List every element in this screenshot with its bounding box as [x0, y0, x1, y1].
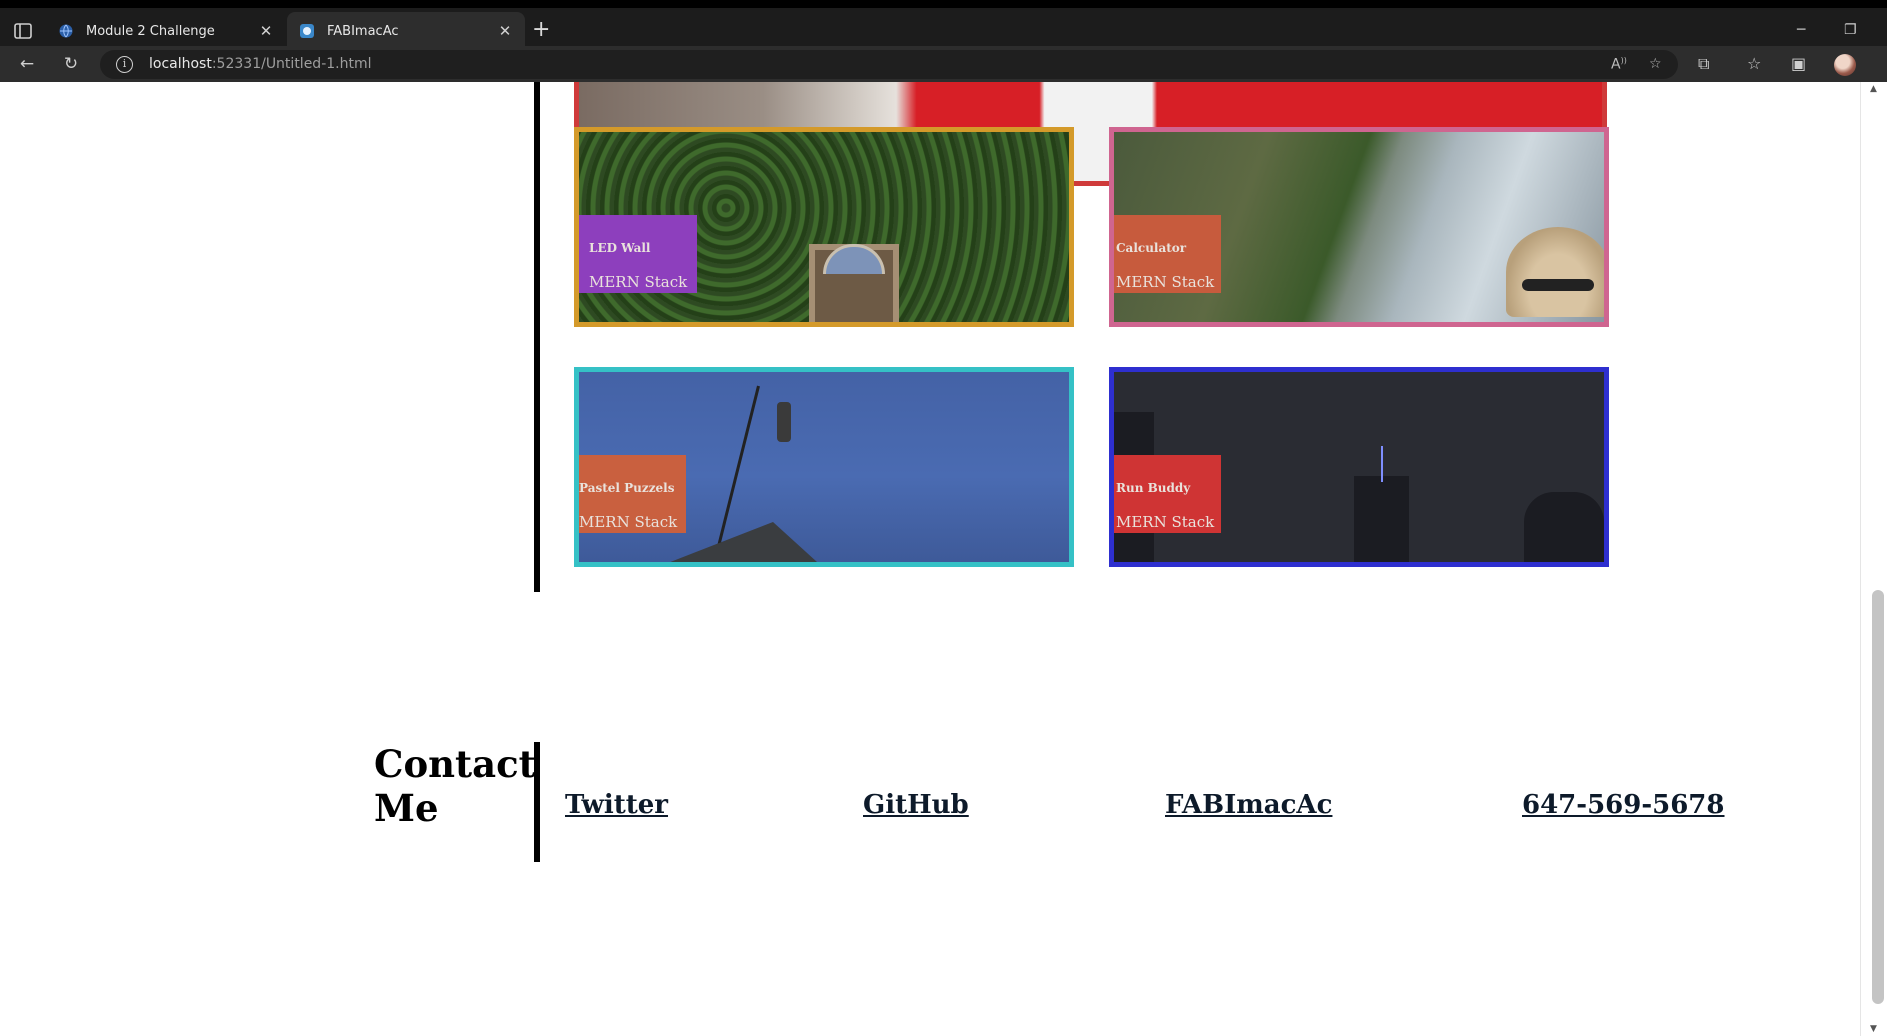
site-info-icon[interactable]: i: [116, 56, 133, 73]
contact-heading: Contact Me: [374, 742, 536, 830]
add-favorite-icon[interactable]: ☆: [1649, 56, 1662, 72]
contact-divider: [534, 742, 540, 862]
flagpole-image: [715, 385, 760, 552]
restore-icon[interactable]: ❐: [1844, 22, 1857, 38]
tab-title: FABImacAc: [327, 23, 399, 39]
section-divider: [534, 82, 540, 592]
page-favicon-icon: [299, 23, 315, 39]
project-label: Run Buddy MERN Stack: [1114, 455, 1221, 533]
project-stack: MERN Stack: [1116, 273, 1215, 291]
collections-icon[interactable]: ▣: [1791, 55, 1806, 73]
fabimacac-link[interactable]: FABImacAc: [1165, 790, 1332, 820]
vertical-scrollbar[interactable]: ▲ ▼: [1860, 82, 1887, 1036]
close-icon[interactable]: ✕: [497, 22, 513, 40]
project-card-pastel-puzzels[interactable]: Pastel Puzzels MERN Stack: [574, 367, 1074, 567]
extensions-icon[interactable]: ⧉: [1698, 55, 1709, 73]
tab-fabimacac[interactable]: FABImacAc ✕: [287, 12, 525, 50]
scrollbar-thumb[interactable]: [1872, 590, 1884, 1004]
project-label: LED Wall MERN Stack: [579, 215, 697, 293]
hat-image: [1506, 227, 1604, 317]
project-name: LED Wall: [589, 241, 651, 255]
project-card-run-buddy[interactable]: Run Buddy MERN Stack: [1109, 367, 1609, 567]
profile-avatar[interactable]: [1834, 54, 1856, 76]
project-stack: MERN Stack: [589, 273, 688, 291]
back-arrow-icon[interactable]: ←: [16, 54, 38, 76]
reload-icon[interactable]: ↻: [60, 54, 82, 76]
tower-spire-image: [1381, 446, 1383, 482]
scroll-up-arrow-icon[interactable]: ▲: [1870, 84, 1877, 94]
new-tab-icon[interactable]: +: [532, 19, 550, 41]
flag-image: [777, 402, 791, 442]
minimize-icon[interactable]: ─: [1797, 22, 1805, 38]
project-card-calculator[interactable]: Calculator MERN Stack: [1109, 127, 1609, 327]
close-icon[interactable]: ✕: [258, 22, 274, 40]
building-image: [1354, 476, 1409, 562]
tab-actions-icon[interactable]: [12, 20, 34, 42]
project-name: Run Buddy: [1116, 481, 1191, 495]
tab-module-2-challenge[interactable]: Module 2 Challenge ✕: [46, 12, 286, 50]
globe-favicon-icon: [58, 23, 74, 39]
project-stack: MERN Stack: [579, 513, 678, 531]
building-image: [1524, 492, 1604, 562]
url-text[interactable]: localhost:52331/Untitled-1.html: [149, 56, 372, 72]
github-link[interactable]: GitHub: [863, 790, 969, 820]
address-toolbar: ← ↻ i localhost:52331/Untitled-1.html A)…: [0, 46, 1887, 82]
scroll-down-arrow-icon[interactable]: ▼: [1870, 1024, 1877, 1034]
project-label: Pastel Puzzels MERN Stack: [579, 455, 686, 533]
read-aloud-icon[interactable]: A)): [1611, 56, 1627, 73]
project-label: Calculator MERN Stack: [1114, 215, 1221, 293]
tab-title: Module 2 Challenge: [86, 23, 215, 39]
project-stack: MERN Stack: [1116, 513, 1215, 531]
favorites-icon[interactable]: ☆: [1747, 55, 1761, 73]
project-name: Calculator: [1116, 241, 1187, 255]
address-bar[interactable]: i localhost:52331/Untitled-1.html A)) ☆: [100, 50, 1678, 79]
twitter-link[interactable]: Twitter: [565, 790, 668, 820]
project-card-led-wall[interactable]: LED Wall MERN Stack: [574, 127, 1074, 327]
page-viewport: LED Wall MERN Stack Calculator MERN Stac…: [0, 82, 1887, 1036]
project-name: Pastel Puzzels: [579, 481, 675, 495]
tab-strip: Module 2 Challenge ✕ FABImacAc ✕ + ─ ❐: [0, 0, 1887, 50]
phone-link[interactable]: 647-569-5678: [1522, 790, 1725, 820]
